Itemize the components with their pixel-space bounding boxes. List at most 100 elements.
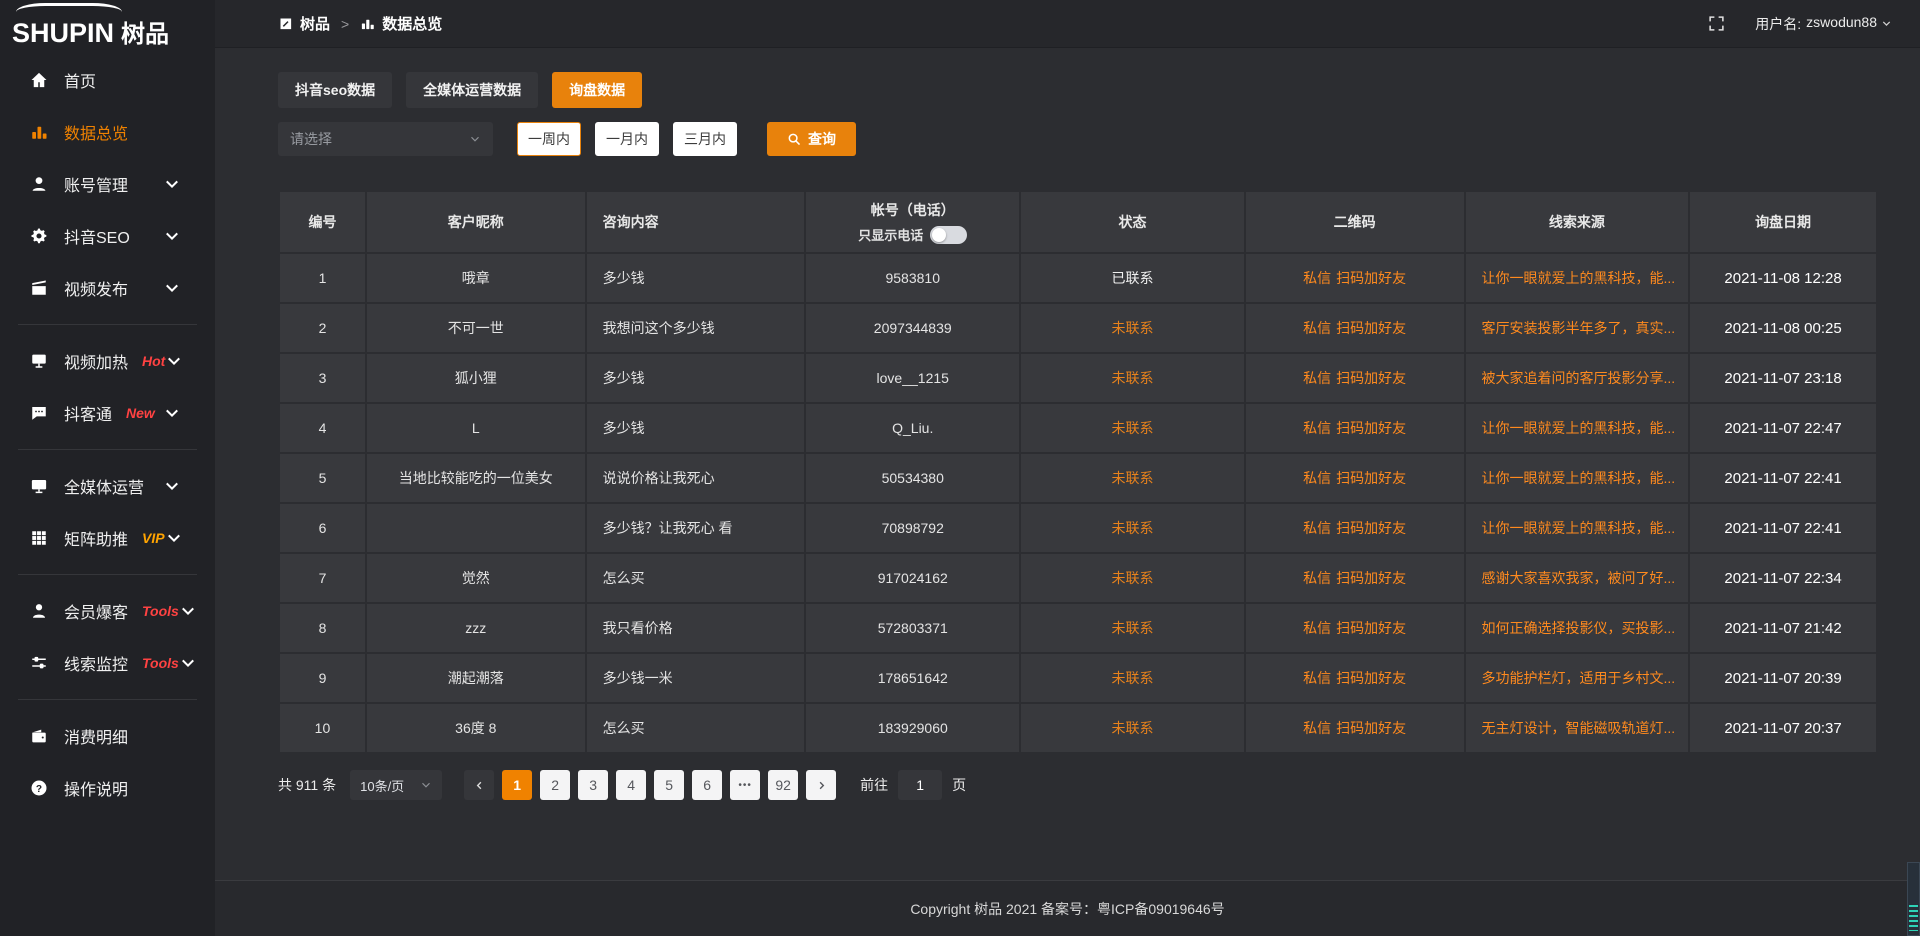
status-badge: 未联系 <box>1021 704 1246 754</box>
private-message-link[interactable]: 私信 <box>1303 618 1331 638</box>
source-link[interactable]: 感谢大家喜欢我家，被问了好... <box>1482 568 1676 588</box>
private-message-link[interactable]: 私信 <box>1303 568 1331 588</box>
scan-add-friend-link[interactable]: 扫码加好友 <box>1336 518 1406 538</box>
source-link[interactable]: 如何正确选择投影仪，买投影... <box>1482 618 1676 638</box>
sidebar-item-omni-media[interactable]: 全媒体运营 <box>0 460 215 512</box>
filter-select-placeholder: 请选择 <box>290 129 332 149</box>
cell-content: 说说价格让我死心 <box>587 454 807 504</box>
sidebar-item-member-baoke[interactable]: 会员爆客Tools <box>0 585 215 637</box>
scan-add-friend-link[interactable]: 扫码加好友 <box>1336 318 1406 338</box>
private-message-link[interactable]: 私信 <box>1303 418 1331 438</box>
range-button-0[interactable]: 一周内 <box>517 122 581 156</box>
tab-0[interactable]: 抖音seo数据 <box>278 72 392 108</box>
header-account-label: 帐号（电话） <box>871 200 955 220</box>
page-button-6[interactable]: 6 <box>692 770 722 800</box>
tab-2[interactable]: 询盘数据 <box>552 72 642 108</box>
private-message-link[interactable]: 私信 <box>1303 518 1331 538</box>
page-button-3[interactable]: 3 <box>578 770 608 800</box>
page-button-5[interactable]: 5 <box>654 770 684 800</box>
scan-add-friend-link[interactable]: 扫码加好友 <box>1336 468 1406 488</box>
sidebar-item-consumption-detail[interactable]: 消费明细 <box>0 710 215 762</box>
status-badge: 未联系 <box>1021 304 1246 354</box>
sidebar-item-clue-monitor[interactable]: 线索监控Tools <box>0 637 215 689</box>
scan-add-friend-link[interactable]: 扫码加好友 <box>1336 618 1406 638</box>
sidebar-item-matrix-boost[interactable]: 矩阵助推VIP <box>0 512 215 564</box>
private-message-link[interactable]: 私信 <box>1303 468 1331 488</box>
chevron-down-icon <box>165 352 183 370</box>
private-message-link[interactable]: 私信 <box>1303 268 1331 288</box>
source-link[interactable]: 让你一眼就爱上的黑科技，能... <box>1482 468 1676 488</box>
cell-qrcode: 私信扫码加好友 <box>1246 554 1466 604</box>
sidebar-item-label: 消费明细 <box>64 724 128 748</box>
scan-add-friend-link[interactable]: 扫码加好友 <box>1336 368 1406 388</box>
cell-nickname: zzz <box>367 604 587 654</box>
username[interactable]: 用户名: zswodun88 <box>1755 14 1877 34</box>
sidebar-item-video-publish[interactable]: 视频发布 <box>0 262 215 314</box>
page-button-92[interactable]: 92 <box>768 770 798 800</box>
prev-page-button[interactable] <box>464 770 494 800</box>
page-button-4[interactable]: 4 <box>616 770 646 800</box>
page-button-1[interactable]: 1 <box>502 770 532 800</box>
cell-content: 多少钱？让我死心 看 <box>587 504 807 554</box>
scan-add-friend-link[interactable]: 扫码加好友 <box>1336 568 1406 588</box>
range-button-2[interactable]: 三月内 <box>673 122 737 156</box>
source-link[interactable]: 多功能护栏灯，适用于乡村文... <box>1482 668 1676 688</box>
sidebar-item-douyin-seo[interactable]: 抖音SEO <box>0 210 215 262</box>
sidebar-item-label: 视频加热 <box>64 349 128 373</box>
cell-nickname <box>367 504 587 554</box>
sidebar-item-label: 数据总览 <box>64 120 128 144</box>
chevron-down-icon[interactable] <box>1881 18 1892 29</box>
chevron-down-icon <box>469 133 481 145</box>
private-message-link[interactable]: 私信 <box>1303 318 1331 338</box>
scan-add-friend-link[interactable]: 扫码加好友 <box>1336 418 1406 438</box>
range-button-1[interactable]: 一月内 <box>595 122 659 156</box>
cell-nickname: 狐小狸 <box>367 354 587 404</box>
next-page-button[interactable] <box>806 770 836 800</box>
status-badge: 未联系 <box>1021 454 1246 504</box>
cell-date: 2021-11-08 12:28 <box>1690 254 1878 304</box>
cell-date: 2021-11-07 22:34 <box>1690 554 1878 604</box>
private-message-link[interactable]: 私信 <box>1303 718 1331 738</box>
page-button-2[interactable]: 2 <box>540 770 570 800</box>
private-message-link[interactable]: 私信 <box>1303 368 1331 388</box>
sidebar-divider <box>18 449 197 450</box>
source-link[interactable]: 无主灯设计，智能磁吸轨道灯... <box>1482 718 1676 738</box>
sidebar-item-home[interactable]: 首页 <box>0 54 215 106</box>
sidebar-item-doukotong[interactable]: 抖客通New <box>0 387 215 439</box>
header-nickname: 客户昵称 <box>367 192 587 254</box>
cell-account: 70898792 <box>806 504 1021 554</box>
phone-only-toggle[interactable] <box>930 226 967 244</box>
scan-add-friend-link[interactable]: 扫码加好友 <box>1336 718 1406 738</box>
fullscreen-icon[interactable] <box>1708 15 1725 32</box>
query-button[interactable]: 查询 <box>767 122 856 156</box>
breadcrumb-root[interactable]: 树品 <box>300 13 330 34</box>
scan-add-friend-link[interactable]: 扫码加好友 <box>1336 668 1406 688</box>
cell-account: 178651642 <box>806 654 1021 704</box>
monitor-stand-icon <box>30 352 48 370</box>
menu-badge: Hot <box>142 353 165 369</box>
page-size-select[interactable]: 10条/页 <box>350 770 442 800</box>
source-link[interactable]: 被大家追着问的客厅投影分享... <box>1482 368 1676 388</box>
cell-qrcode: 私信扫码加好友 <box>1246 654 1466 704</box>
filter-select[interactable]: 请选择 <box>278 122 493 156</box>
private-message-link[interactable]: 私信 <box>1303 668 1331 688</box>
sidebar-item-account-management[interactable]: 账号管理 <box>0 158 215 210</box>
sidebar-item-operation-guide[interactable]: ?操作说明 <box>0 762 215 814</box>
more-pages-button[interactable]: ••• <box>730 770 760 800</box>
sidebar-item-video-heating[interactable]: 视频加热 Hot <box>0 335 215 387</box>
logo-arc <box>16 3 122 21</box>
app-root: SHUPIN树品 首页数据总览账号管理抖音SEO视频发布视频加热Hot抖客通Ne… <box>0 0 1920 936</box>
source-link[interactable]: 让你一眼就爱上的黑科技，能... <box>1482 518 1676 538</box>
goto-page-input[interactable] <box>898 770 942 800</box>
username-label: 用户名: <box>1755 14 1801 34</box>
tab-1[interactable]: 全媒体运营数据 <box>406 72 538 108</box>
source-link[interactable]: 让你一眼就爱上的黑科技，能... <box>1482 268 1676 288</box>
scan-add-friend-link[interactable]: 扫码加好友 <box>1336 268 1406 288</box>
sidebar-item-data-overview[interactable]: 数据总览 <box>0 106 215 158</box>
sidebar-item-label: 线索监控 <box>64 651 128 675</box>
source-link[interactable]: 客厅安装投影半年多了，真实... <box>1482 318 1676 338</box>
goto-suffix: 页 <box>952 775 966 795</box>
source-link[interactable]: 让你一眼就爱上的黑科技，能... <box>1482 418 1676 438</box>
floating-widget[interactable] <box>1907 862 1920 936</box>
cell-account: love__1215 <box>806 354 1021 404</box>
